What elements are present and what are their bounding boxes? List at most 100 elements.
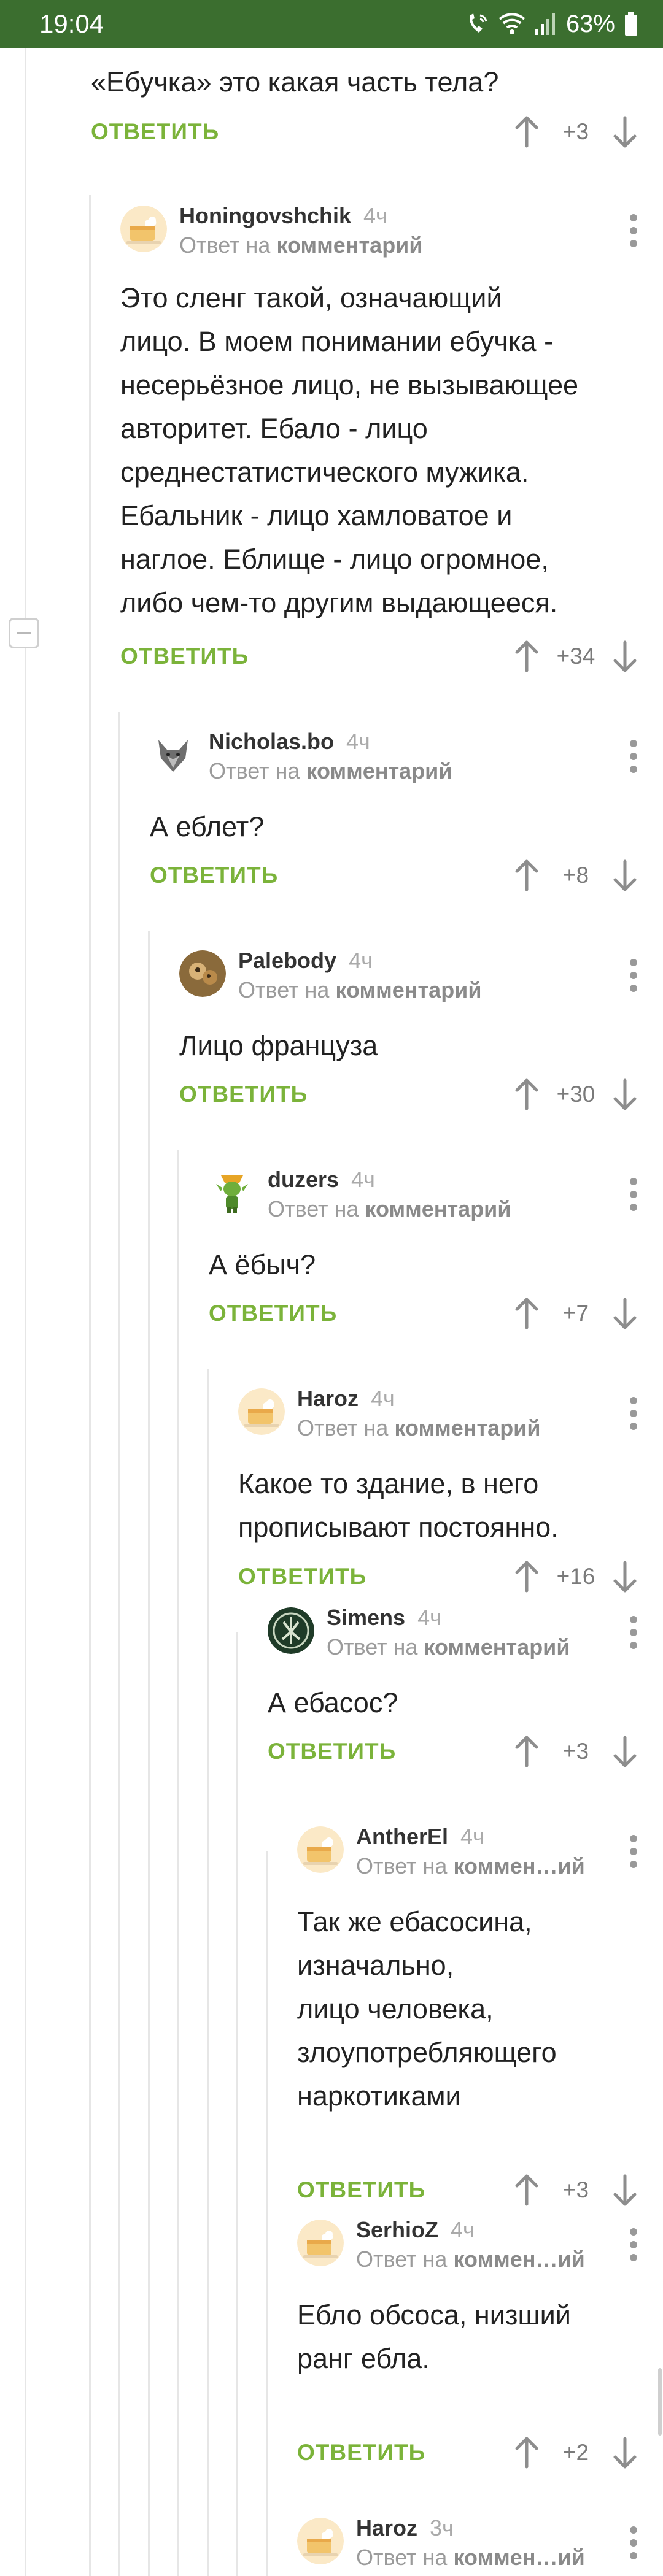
username[interactable]: Simens 4ч bbox=[327, 1605, 441, 1631]
comment-text-line: Это сленг такой, означающий bbox=[120, 282, 502, 313]
username[interactable]: Haroz 4ч bbox=[297, 1386, 395, 1412]
downvote-icon[interactable] bbox=[607, 1073, 643, 1116]
comment-time: 4ч bbox=[460, 1824, 484, 1849]
username[interactable]: AntherEl 4ч bbox=[356, 1824, 484, 1850]
vote-bar: +7 bbox=[508, 1292, 643, 1335]
upvote-icon[interactable] bbox=[508, 1292, 545, 1335]
reply-prefix: Ответ на bbox=[268, 1196, 359, 1221]
reply-button[interactable]: ОТВЕТИТЬ bbox=[297, 2440, 425, 2466]
reply-target-link[interactable]: комментарий bbox=[335, 977, 481, 1002]
reply-target-link[interactable]: комментарий bbox=[394, 1415, 540, 1440]
reply-to: Ответ на комментарий bbox=[327, 1634, 570, 1660]
upvote-icon[interactable] bbox=[508, 1555, 545, 1598]
comment-header: AntherEl 4ч Ответ на коммен…ий bbox=[297, 1824, 643, 1882]
reply-button[interactable]: ОТВЕТИТЬ bbox=[120, 644, 249, 669]
upvote-icon[interactable] bbox=[508, 1730, 545, 1773]
user-avatar[interactable] bbox=[179, 950, 226, 997]
upvote-icon[interactable] bbox=[508, 1073, 545, 1116]
username-text[interactable]: duzers bbox=[268, 1167, 339, 1192]
comment-text-line: ранг ебла. bbox=[297, 2343, 430, 2374]
username-text[interactable]: AntherEl bbox=[356, 1824, 448, 1849]
scrollbar[interactable] bbox=[658, 2368, 662, 2436]
comment-text-line: Какое то здание, в него bbox=[238, 1468, 539, 1499]
username-text[interactable]: Haroz bbox=[297, 1386, 359, 1411]
vote-count: +8 bbox=[562, 863, 589, 888]
comment-actions: ОТВЕТИТЬ +7 bbox=[209, 1292, 643, 1335]
more-options-icon[interactable] bbox=[627, 1394, 640, 1431]
upvote-icon[interactable] bbox=[508, 110, 545, 153]
collapse-thread-button[interactable] bbox=[9, 618, 39, 648]
comment-time: 4ч bbox=[371, 1386, 395, 1411]
status-time: 19:04 bbox=[39, 9, 104, 38]
reply-prefix: Ответ на bbox=[356, 2545, 448, 2570]
upvote-icon[interactable] bbox=[508, 2169, 545, 2212]
more-options-icon[interactable] bbox=[627, 1613, 640, 1650]
downvote-icon[interactable] bbox=[607, 2431, 643, 2474]
username-text[interactable]: SerhioZ bbox=[356, 2217, 438, 2242]
reply-button[interactable]: ОТВЕТИТЬ bbox=[150, 863, 278, 888]
reply-prefix: Ответ на bbox=[179, 233, 271, 258]
vote-bar: +16 bbox=[508, 1555, 643, 1598]
user-avatar[interactable] bbox=[297, 1826, 344, 1873]
more-options-icon[interactable] bbox=[627, 737, 640, 774]
username[interactable]: duzers 4ч bbox=[268, 1167, 375, 1193]
reply-target-link[interactable]: коммен…ий bbox=[453, 1853, 584, 1878]
vote-bar: +34 bbox=[508, 635, 643, 678]
thread-line bbox=[25, 48, 26, 2576]
username-text[interactable]: Simens bbox=[327, 1605, 405, 1630]
upvote-icon[interactable] bbox=[508, 635, 545, 678]
comment-text-line: либо чем-то другим выдающееся. bbox=[120, 587, 558, 618]
downvote-icon[interactable] bbox=[607, 854, 643, 897]
user-avatar[interactable] bbox=[238, 1388, 285, 1435]
user-avatar[interactable] bbox=[150, 731, 196, 778]
username-text[interactable]: Honingovshchik bbox=[179, 203, 351, 228]
reply-target-link[interactable]: коммен…ий bbox=[453, 2247, 584, 2272]
downvote-icon[interactable] bbox=[607, 1292, 643, 1335]
username-text[interactable]: Nicholas.bo bbox=[209, 729, 334, 754]
comment-header: Nicholas.bo 4ч Ответ на комментарий bbox=[150, 729, 643, 786]
more-options-icon[interactable] bbox=[627, 212, 640, 248]
reply-target-link[interactable]: комментарий bbox=[365, 1196, 511, 1221]
downvote-icon[interactable] bbox=[607, 1730, 643, 1773]
reply-button[interactable]: ОТВЕТИТЬ bbox=[91, 119, 219, 145]
reply-target-link[interactable]: комментарий bbox=[276, 233, 422, 258]
reply-button[interactable]: ОТВЕТИТЬ bbox=[238, 1564, 366, 1590]
user-avatar[interactable] bbox=[120, 206, 167, 252]
downvote-icon[interactable] bbox=[607, 2169, 643, 2212]
username[interactable]: SerhioZ 4ч bbox=[356, 2217, 475, 2243]
more-options-icon[interactable] bbox=[627, 2524, 640, 2561]
comment-actions: ОТВЕТИТЬ +16 bbox=[238, 1555, 643, 1598]
more-options-icon[interactable] bbox=[627, 1175, 640, 1212]
username[interactable]: Nicholas.bo 4ч bbox=[209, 729, 370, 755]
user-avatar[interactable] bbox=[297, 2220, 344, 2266]
user-avatar[interactable] bbox=[209, 1169, 255, 1216]
username-text[interactable]: Palebody bbox=[238, 948, 336, 973]
more-options-icon[interactable] bbox=[627, 956, 640, 993]
reply-target-link[interactable]: коммен…ий bbox=[453, 2545, 584, 2570]
comment-text-line: авторитет. Ебало - лицо bbox=[120, 413, 428, 444]
reply-target-link[interactable]: комментарий bbox=[306, 758, 452, 783]
username-text[interactable]: Haroz bbox=[356, 2515, 417, 2540]
user-avatar[interactable] bbox=[297, 2518, 344, 2564]
comment-text-line: Так же ебасосина, bbox=[297, 1906, 532, 1937]
downvote-icon[interactable] bbox=[607, 635, 643, 678]
username[interactable]: Haroz 3ч bbox=[356, 2515, 454, 2541]
username[interactable]: Palebody 4ч bbox=[238, 948, 373, 974]
more-options-icon[interactable] bbox=[627, 1832, 640, 1869]
comment-text-line: среднестатистического мужика. bbox=[120, 456, 529, 488]
downvote-icon[interactable] bbox=[607, 1555, 643, 1598]
reply-button[interactable]: ОТВЕТИТЬ bbox=[209, 1301, 337, 1326]
username[interactable]: Honingovshchik 4ч bbox=[179, 203, 387, 229]
reply-target-link[interactable]: комментарий bbox=[424, 1634, 570, 1659]
upvote-icon[interactable] bbox=[508, 2431, 545, 2474]
user-avatar[interactable] bbox=[268, 1607, 314, 1654]
comment-text-line: прописывают постоянно. bbox=[238, 1512, 559, 1543]
comment-time: 3ч bbox=[430, 2515, 454, 2540]
downvote-icon[interactable] bbox=[607, 110, 643, 153]
more-options-icon[interactable] bbox=[627, 2226, 640, 2263]
reply-button[interactable]: ОТВЕТИТЬ bbox=[297, 2177, 425, 2203]
battery-icon bbox=[625, 12, 637, 36]
reply-button[interactable]: ОТВЕТИТЬ bbox=[179, 1082, 308, 1107]
reply-button[interactable]: ОТВЕТИТЬ bbox=[268, 1739, 396, 1764]
upvote-icon[interactable] bbox=[508, 854, 545, 897]
